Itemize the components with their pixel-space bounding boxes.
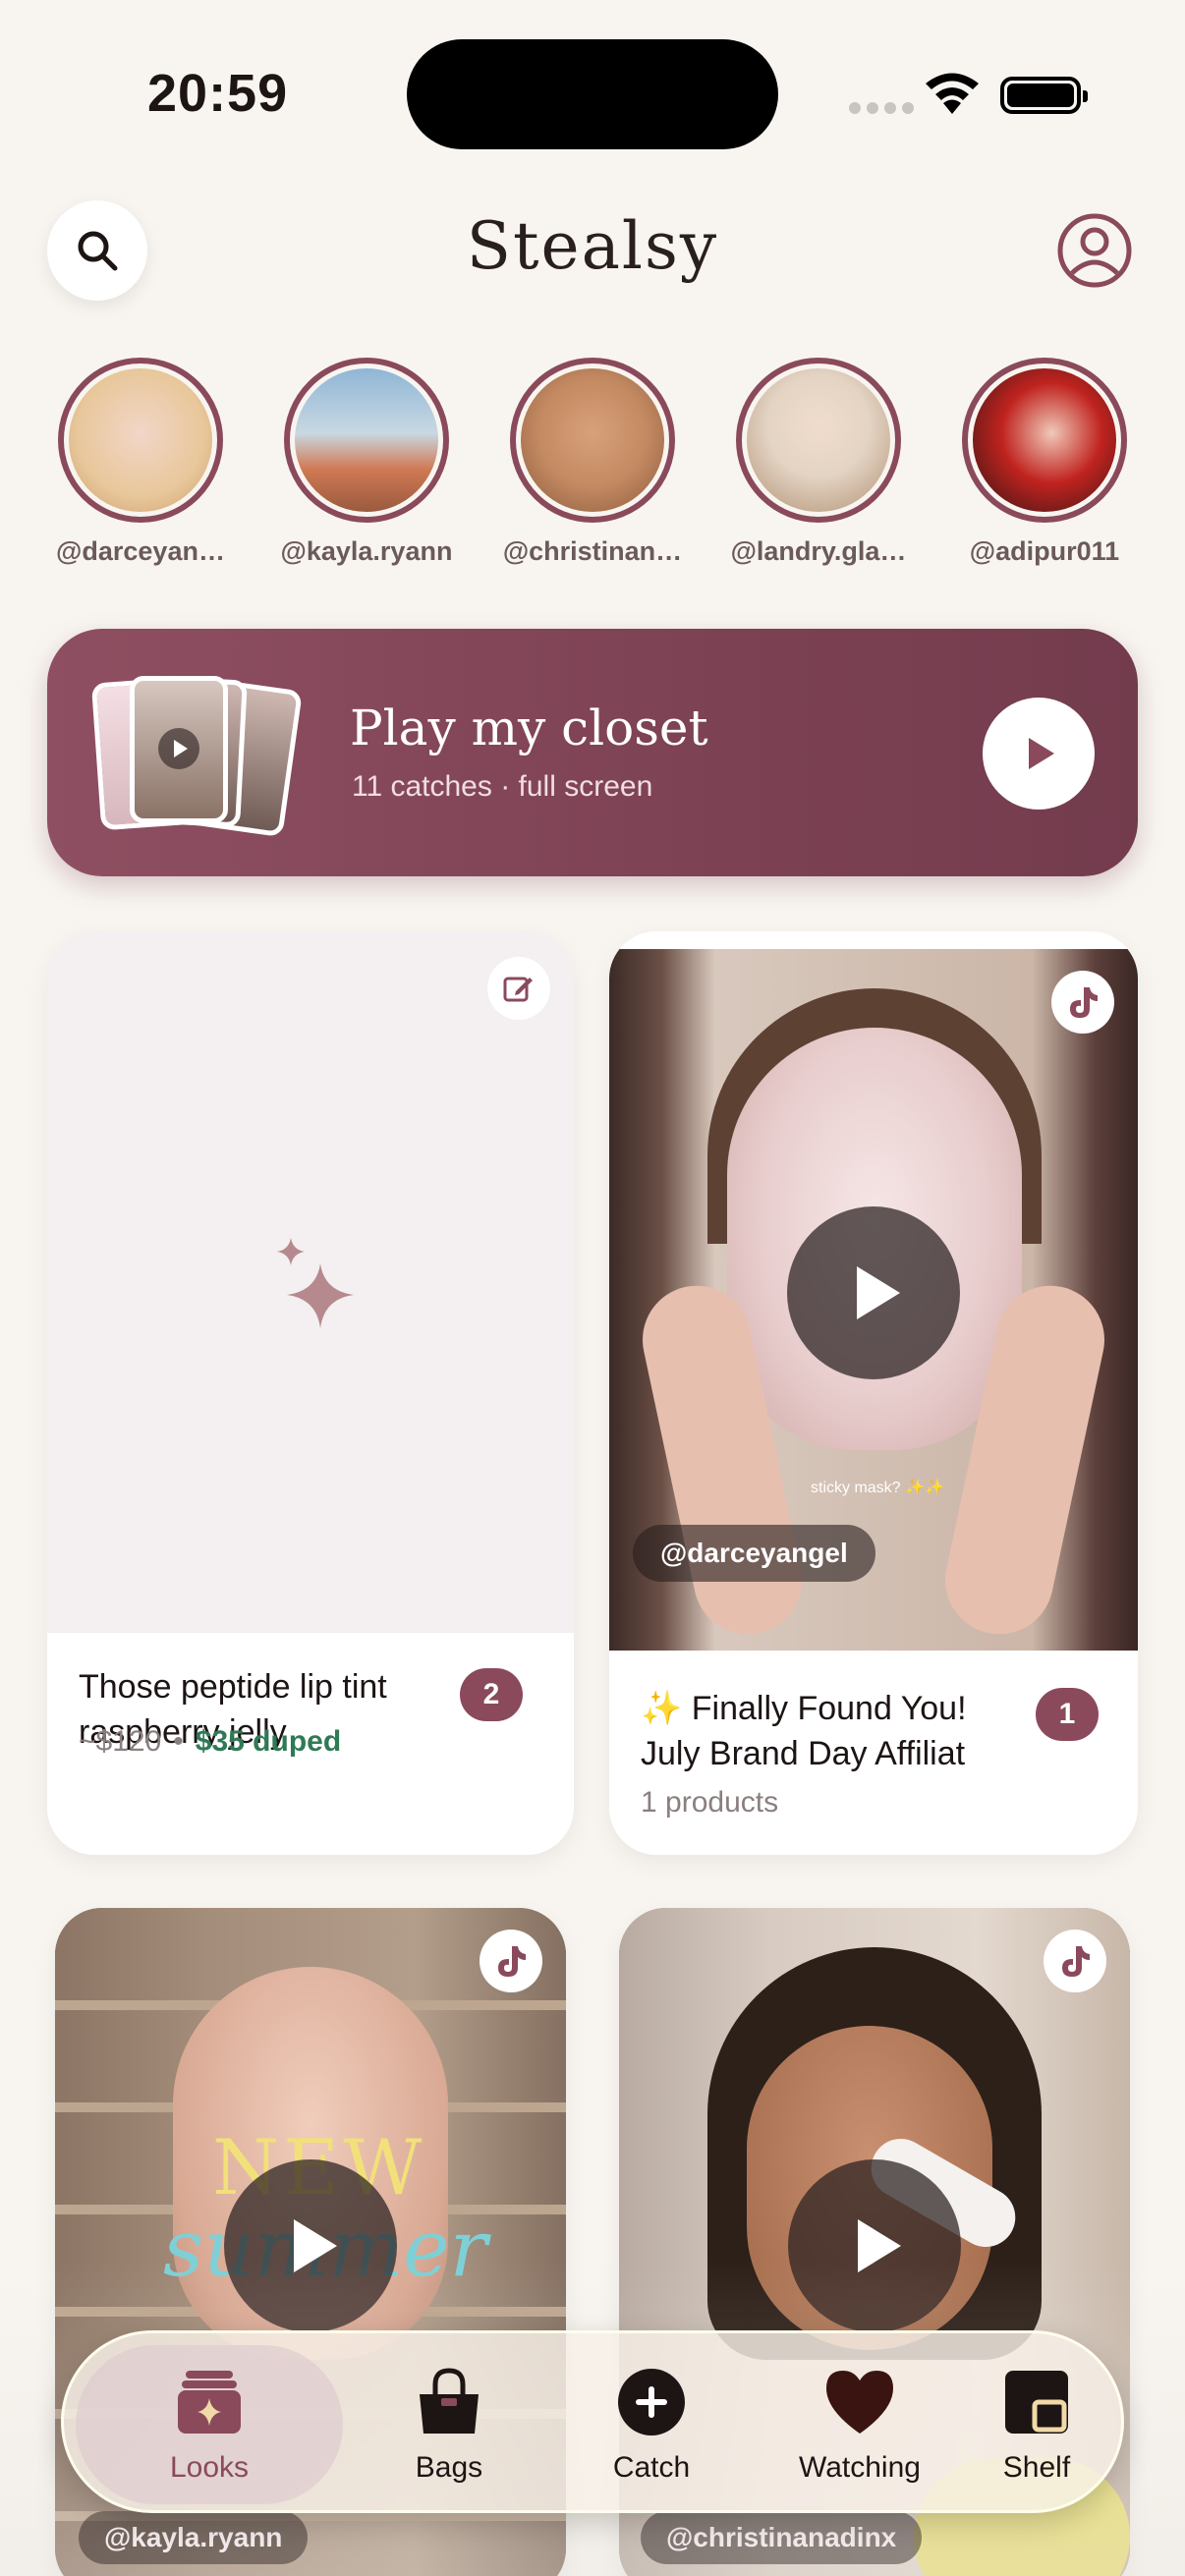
look-placeholder-image	[47, 931, 574, 1633]
tiktok-icon	[498, 1946, 526, 1977]
nav-shelf[interactable]: Shelf	[968, 2333, 1105, 2516]
nav-label: Looks	[169, 2451, 250, 2484]
product-count: 1 products	[641, 1786, 779, 1819]
status-bar: 20:59	[0, 0, 1185, 187]
shelf-icon	[1005, 2371, 1068, 2434]
video-thumbnail[interactable]: sticky mask? ✨✨ @darceyangel	[609, 949, 1138, 1651]
story-avatar-ring	[736, 358, 901, 523]
look-card[interactable]: Those peptide lip tint raspberry jelly 2…	[47, 931, 574, 1855]
story-item[interactable]: @christinan…	[499, 358, 686, 574]
nav-label: Catch	[612, 2451, 691, 2484]
stories-row: @darceyan… @kayla.ryann @christinan… @la…	[47, 358, 1138, 574]
look-card[interactable]: sticky mask? ✨✨ @darceyangel ✨ Finally F…	[609, 931, 1138, 1855]
count-badge: 2	[460, 1668, 523, 1721]
profile-icon[interactable]	[1056, 212, 1133, 289]
heart-icon	[826, 2371, 893, 2434]
play-button[interactable]	[787, 1206, 960, 1379]
nav-watching[interactable]: Watching	[771, 2333, 948, 2516]
price-row: ~$120 • $35 duped	[79, 1725, 341, 1759]
tiktok-button[interactable]	[480, 1930, 542, 1992]
video-caption: sticky mask? ✨✨	[811, 1480, 944, 1496]
creator-handle-chip[interactable]: @kayla.ryann	[79, 2511, 309, 2564]
story-avatar	[973, 368, 1116, 512]
play-icon	[1029, 738, 1054, 769]
story-avatar-ring	[510, 358, 675, 523]
story-item[interactable]: @darceyan…	[47, 358, 234, 574]
edit-icon	[503, 977, 533, 1002]
play-icon	[158, 728, 199, 769]
nav-looks[interactable]: Looks	[76, 2345, 343, 2504]
nav-label: Watching	[799, 2451, 921, 2484]
nav-label: Bags	[415, 2451, 483, 2484]
edit-button[interactable]	[487, 957, 550, 1020]
tiktok-button[interactable]	[1044, 1930, 1106, 1992]
closet-play-button[interactable]	[983, 698, 1095, 810]
cellular-signal-icon	[849, 102, 914, 114]
story-avatar	[521, 368, 664, 512]
tiktok-button[interactable]	[1051, 971, 1114, 1034]
story-avatar	[295, 368, 438, 512]
story-avatar-ring	[962, 358, 1127, 523]
tiktok-icon	[1070, 987, 1098, 1018]
story-avatar-ring	[58, 358, 223, 523]
bottom-nav: Looks Bags Catch Watching Shelf	[61, 2330, 1124, 2513]
story-item[interactable]: @landry.gla…	[725, 358, 912, 574]
creator-handle-chip[interactable]: @christinanadinx	[641, 2511, 923, 2564]
creator-handle-chip[interactable]: @darceyangel	[633, 1525, 875, 1582]
story-handle: @kayla.ryann	[280, 536, 453, 566]
closet-subtitle: 11 catches · full screen	[352, 770, 653, 803]
look-title: ✨ Finally Found You! July Brand Day Affi…	[641, 1690, 967, 1772]
status-time: 20:59	[147, 64, 289, 123]
story-avatar-ring	[284, 358, 449, 523]
story-handle: @christinan…	[502, 536, 683, 566]
sparkle-icon	[277, 1238, 354, 1328]
tiktok-icon	[1062, 1946, 1090, 1977]
app-title: Stealsy	[466, 208, 719, 284]
nav-catch[interactable]: Catch	[573, 2333, 730, 2516]
plus-circle-icon	[618, 2369, 685, 2436]
story-item[interactable]: @kayla.ryann	[273, 358, 460, 574]
story-item[interactable]: @adipur011	[951, 358, 1138, 574]
looks-icon	[178, 2371, 241, 2434]
play-closet-banner[interactable]: Play my closet 11 catches · full screen	[47, 629, 1138, 876]
nav-label: Shelf	[1002, 2451, 1071, 2484]
dynamic-island	[407, 39, 778, 149]
wifi-icon	[926, 73, 979, 114]
closet-thumbnail-stack	[86, 674, 312, 839]
battery-icon	[1000, 77, 1088, 114]
story-avatar	[69, 368, 212, 512]
story-avatar	[747, 368, 890, 512]
bag-icon	[420, 2368, 479, 2434]
nav-bags[interactable]: Bags	[370, 2333, 528, 2516]
story-handle: @adipur011	[969, 536, 1120, 566]
original-price: ~$120	[79, 1725, 162, 1758]
closet-title: Play my closet	[350, 700, 708, 756]
price-separator: •	[173, 1725, 184, 1758]
duped-price: $35 duped	[195, 1725, 342, 1758]
story-handle: @landry.gla…	[730, 536, 907, 566]
story-handle: @darceyan…	[56, 536, 225, 566]
play-icon	[857, 1266, 900, 1319]
count-badge: 1	[1036, 1688, 1099, 1741]
